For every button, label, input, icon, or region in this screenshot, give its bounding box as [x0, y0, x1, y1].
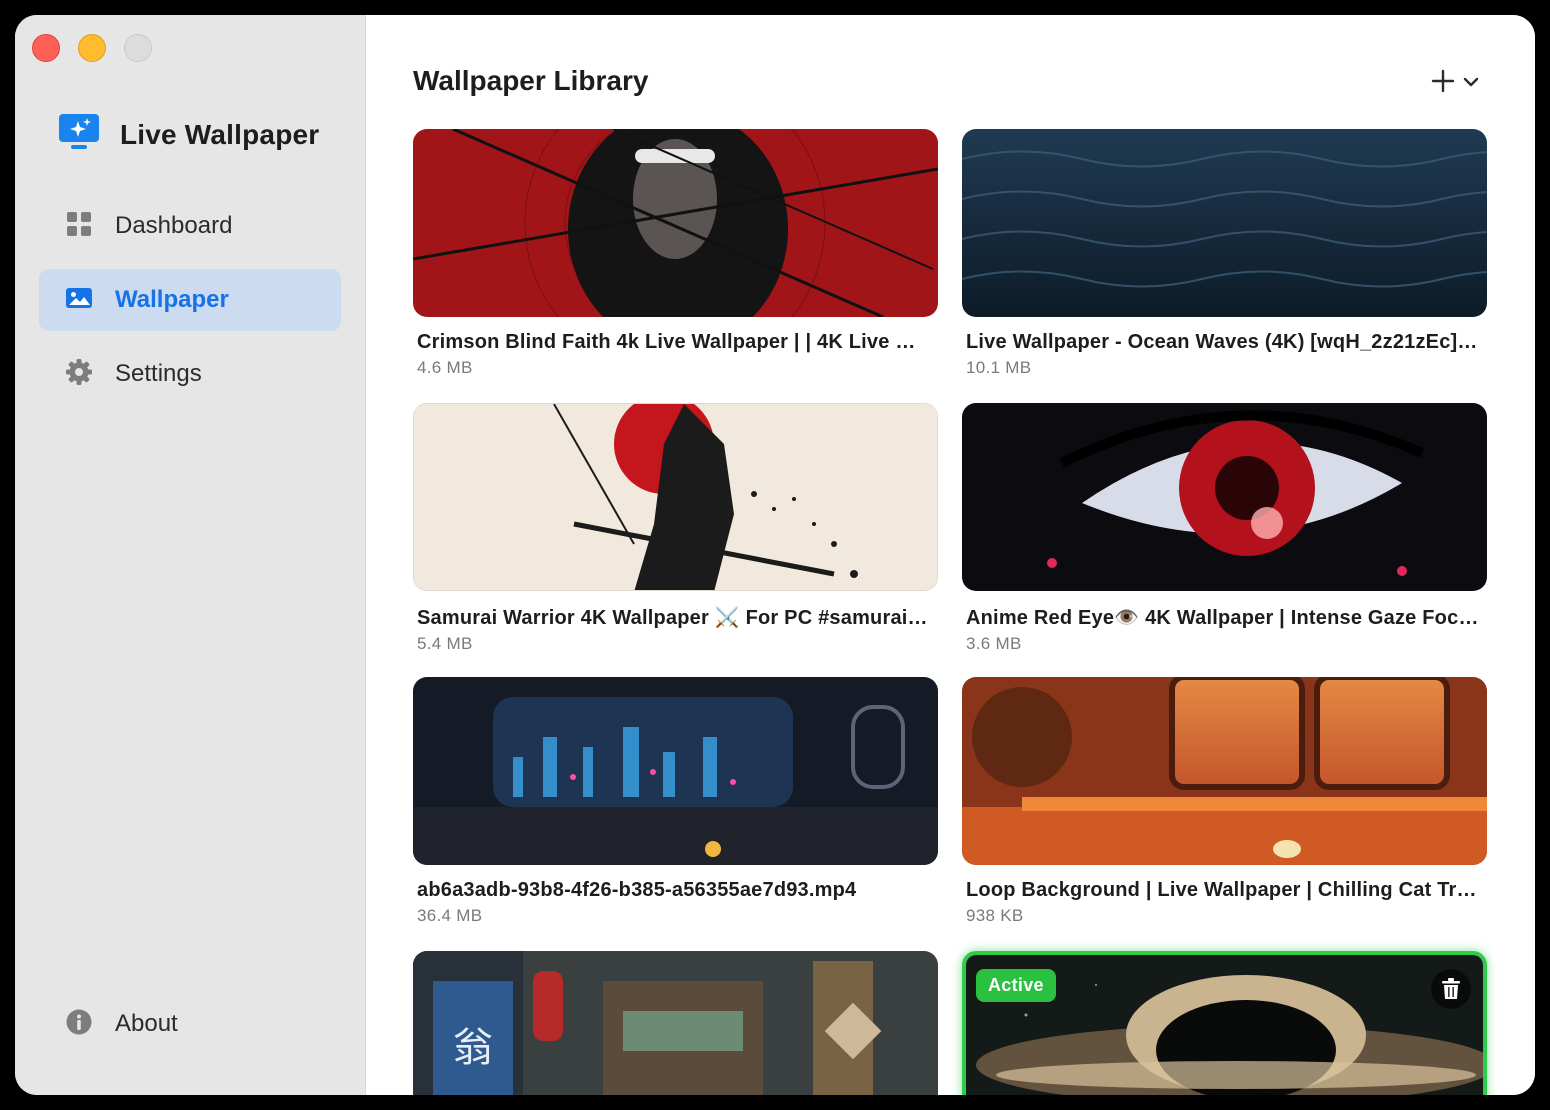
wallpaper-size: 3.6 MB: [966, 634, 1022, 653]
chevron-down-icon: [1463, 75, 1479, 93]
sidebar-item-about[interactable]: About: [39, 993, 341, 1055]
wallpaper-size: 36.4 MB: [417, 906, 483, 925]
active-badge: Active: [976, 969, 1056, 1002]
wallpaper-card[interactable]: Samurai Warrior 4K Wallpaper ⚔️ For PC #…: [413, 403, 938, 654]
wallpaper-thumbnail[interactable]: [962, 129, 1487, 317]
monitor-sparkle-icon: [58, 113, 100, 156]
sidebar-item-label: Wallpaper: [115, 286, 229, 313]
wallpaper-card[interactable]: Crimson Blind Faith 4k Live Wallpaper | …: [413, 129, 938, 378]
wallpaper-size: 938 KB: [966, 906, 1024, 925]
wallpaper-card[interactable]: Live Wallpaper - Ocean Waves (4K) [wqH_2…: [962, 129, 1487, 378]
wallpaper-thumbnail[interactable]: [962, 677, 1487, 865]
delete-wallpaper-button[interactable]: [1431, 969, 1471, 1009]
gear-icon: [65, 358, 93, 391]
app-brand: Live Wallpaper: [58, 113, 319, 156]
wallpaper-card-active[interactable]: Active: [962, 951, 1487, 1095]
sidebar-item-label: About: [115, 1010, 178, 1037]
wallpaper-thumbnail[interactable]: [413, 129, 938, 317]
wallpaper-card[interactable]: Anime Red Eye👁️ 4K Wallpaper | Intense G…: [962, 403, 1487, 654]
grid-icon: [65, 210, 93, 243]
sidebar-item-settings[interactable]: Settings: [39, 343, 341, 405]
wallpaper-thumbnail[interactable]: [962, 403, 1487, 591]
wallpaper-card[interactable]: Loop Background | Live Wallpaper | Chill…: [962, 677, 1487, 926]
wallpaper-thumbnail[interactable]: [413, 677, 938, 865]
main-content: Wallpaper Library Crimson Blind Faith 4k…: [366, 15, 1535, 1095]
sidebar: Live Wallpaper Dashboard Wallpaper Setti…: [15, 15, 366, 1095]
plus-icon: [1431, 69, 1455, 98]
zoom-window-button[interactable]: [124, 34, 152, 62]
wallpaper-title: Crimson Blind Faith 4k Live Wallpaper | …: [417, 331, 932, 353]
info-icon: [65, 1008, 93, 1041]
minimize-window-button[interactable]: [78, 34, 106, 62]
window-controls: [32, 34, 152, 62]
page-title: Wallpaper Library: [413, 65, 649, 96]
wallpaper-title: Samurai Warrior 4K Wallpaper ⚔️ For PC #…: [417, 607, 932, 629]
sidebar-item-label: Dashboard: [115, 212, 233, 239]
wallpaper-card[interactable]: ab6a3adb-93b8-4f26-b385-a56355ae7d93.mp4…: [413, 677, 938, 926]
sidebar-item-dashboard[interactable]: Dashboard: [39, 195, 341, 257]
wallpaper-thumbnail[interactable]: Active: [962, 951, 1487, 1095]
wallpaper-title: ab6a3adb-93b8-4f26-b385-a56355ae7d93.mp4: [417, 879, 857, 901]
svg-text:翁: 翁: [453, 1025, 493, 1071]
sidebar-item-label: Settings: [115, 360, 202, 387]
app-window: Live Wallpaper Dashboard Wallpaper Setti…: [15, 15, 1535, 1095]
trash-icon: [1442, 978, 1460, 1000]
app-title: Live Wallpaper: [120, 118, 320, 150]
wallpaper-title: Loop Background | Live Wallpaper | Chill…: [966, 879, 1481, 901]
sidebar-item-wallpaper[interactable]: Wallpaper: [39, 269, 341, 331]
wallpaper-size: 10.1 MB: [966, 358, 1032, 377]
close-window-button[interactable]: [32, 34, 60, 62]
wallpaper-card[interactable]: 翁: [413, 951, 938, 1095]
sidebar-nav: Dashboard Wallpaper Settings: [39, 195, 341, 417]
add-wallpaper-button[interactable]: [1431, 69, 1479, 98]
wallpaper-size: 4.6 MB: [417, 358, 473, 377]
wallpaper-thumbnail[interactable]: [413, 403, 938, 591]
wallpaper-thumbnail[interactable]: 翁: [413, 951, 938, 1095]
wallpaper-title: Anime Red Eye👁️ 4K Wallpaper | Intense G…: [966, 607, 1481, 629]
wallpaper-size: 5.4 MB: [417, 634, 473, 653]
image-icon: [65, 284, 93, 317]
wallpaper-title: Live Wallpaper - Ocean Waves (4K) [wqH_2…: [966, 331, 1481, 353]
